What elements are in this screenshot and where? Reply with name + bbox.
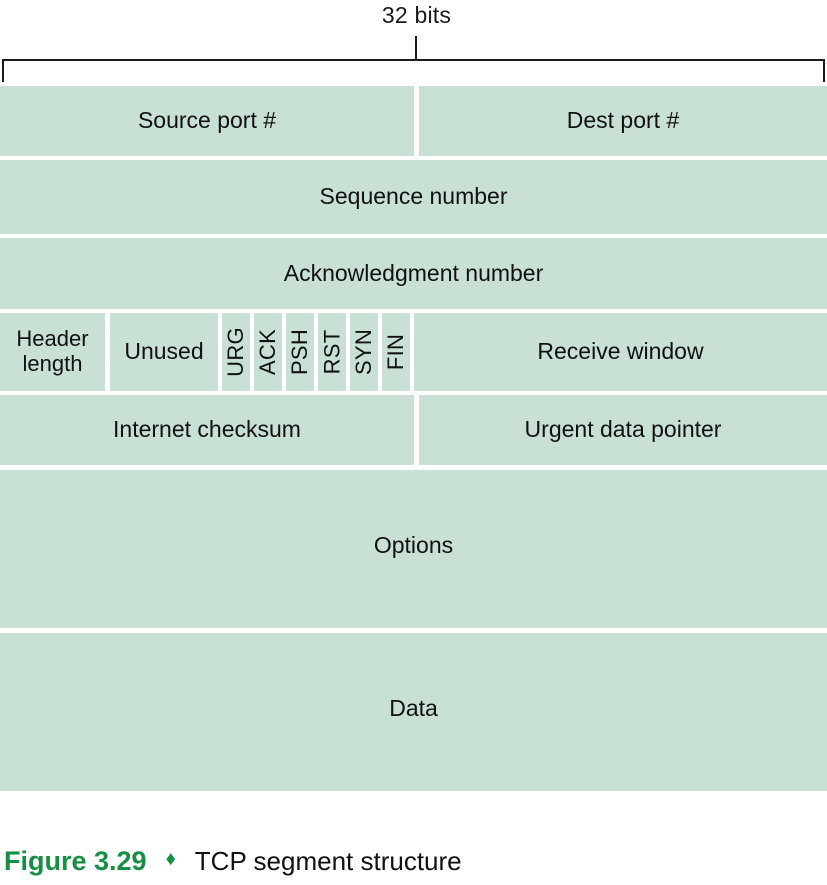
field-options-label: Options [373, 532, 454, 558]
field-source-port-label: Source port # [137, 107, 277, 134]
figure-page: 32 bits Source port # Dest port # Sequen… [0, 0, 827, 885]
field-flag-psh: PSH [286, 313, 314, 391]
figure-number: Figure 3.29 [4, 846, 147, 876]
field-options: Options [0, 470, 827, 628]
field-flag-urg-label: URG [223, 327, 249, 377]
field-dest-port: Dest port # [419, 86, 827, 156]
field-receive-window-label: Receive window [537, 338, 704, 365]
field-data-label: Data [389, 695, 438, 721]
field-flag-syn: SYN [350, 313, 378, 391]
field-dest-port-label: Dest port # [566, 107, 680, 134]
field-flag-fin-label: FIN [383, 333, 409, 371]
bit-width-bracket-bar [2, 59, 825, 61]
field-flag-psh-label: PSH [287, 328, 313, 376]
field-urgent-data-pointer: Urgent data pointer [419, 395, 827, 465]
field-source-port: Source port # [0, 86, 414, 156]
figure-caption: Figure 3.29 ♦ TCP segment structure [0, 838, 827, 885]
field-flag-rst-label: RST [319, 329, 345, 375]
field-urgent-data-pointer-label: Urgent data pointer [524, 416, 722, 443]
field-sequence-number-label: Sequence number [319, 183, 508, 210]
field-internet-checksum-label: Internet checksum [113, 416, 301, 443]
bit-width-tick [415, 36, 417, 60]
width-annotation: 32 bits [0, 0, 827, 84]
field-unused: Unused [110, 313, 218, 391]
figure-title: TCP segment structure [194, 846, 462, 876]
field-data: Data [0, 633, 827, 791]
bit-width-label: 32 bits [381, 2, 452, 28]
field-sequence-number: Sequence number [0, 160, 827, 234]
bit-width-bracket-left-end [2, 59, 4, 82]
field-acknowledgment-number: Acknowledgment number [0, 238, 827, 309]
tcp-segment-diagram: Source port # Dest port # Sequence numbe… [0, 86, 827, 792]
field-header-length-label: Header length [16, 326, 89, 376]
field-flag-ack: ACK [254, 313, 282, 391]
field-unused-label: Unused [124, 338, 204, 365]
field-internet-checksum: Internet checksum [0, 395, 414, 465]
field-header-length: Header length [0, 313, 105, 391]
field-flag-ack-label: ACK [255, 328, 281, 376]
field-flag-fin: FIN [382, 313, 410, 391]
field-acknowledgment-number-label: Acknowledgment number [283, 259, 544, 286]
bit-width-bracket-right-end [823, 59, 825, 82]
field-flag-syn-label: SYN [351, 328, 377, 376]
field-flag-rst: RST [318, 313, 346, 391]
field-flag-urg: URG [222, 313, 250, 391]
diamond-icon: ♦ [165, 848, 176, 870]
field-receive-window: Receive window [414, 313, 827, 391]
